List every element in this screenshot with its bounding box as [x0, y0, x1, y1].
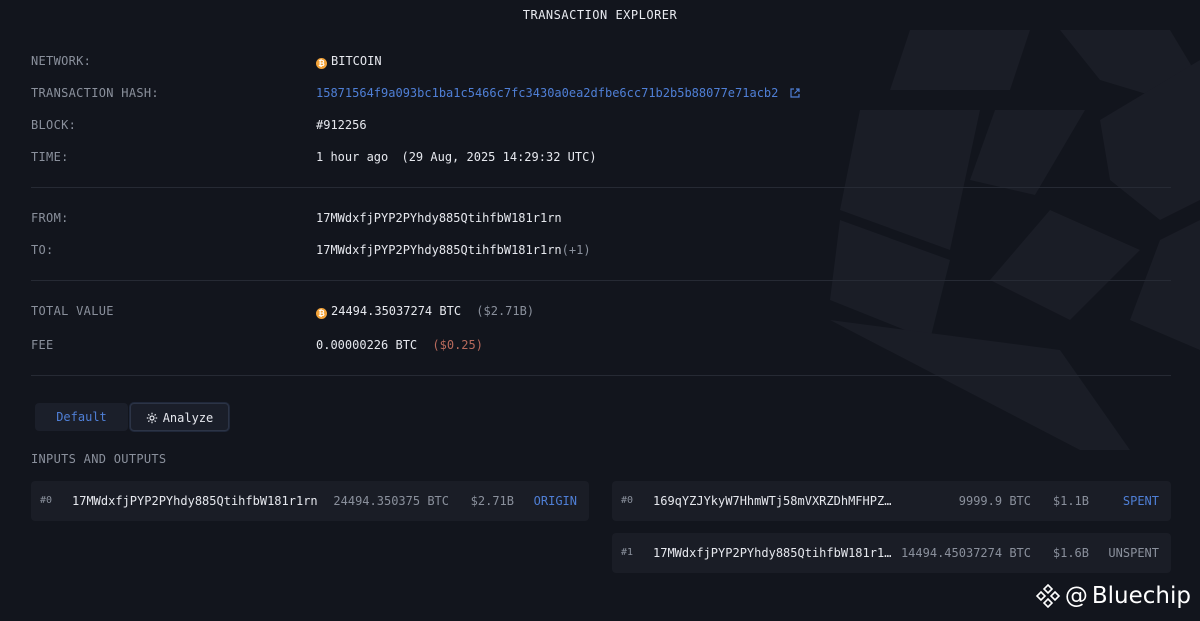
to-value: 17MWdxfjPYP2PYhdy885QtihfbW181r1rn(+1) [316, 242, 591, 258]
total-value-usd: ($2.71B) [476, 304, 535, 318]
divider [31, 375, 1171, 376]
output-row[interactable]: #1 17MWdxfjPYP2PYhdy885QtihfbW181r1… 144… [612, 533, 1171, 573]
from-label: FROM: [31, 211, 69, 225]
time-value: 1 hour ago (29 Aug, 2025 14:29:32 UTC) [316, 149, 597, 165]
transaction-hash-value[interactable]: 15871564f9a093bc1ba1c5466c7fc3430a0ea2df… [316, 86, 778, 100]
output-amount: 9999.9 BTC [958, 494, 1031, 508]
input-address[interactable]: 17MWdxfjPYP2PYhdy885QtihfbW181r1rn [72, 481, 318, 521]
total-value-label: TOTAL VALUE [31, 304, 114, 318]
input-status: ORIGIN [533, 494, 577, 508]
brand-name: Bluechip [1091, 583, 1191, 609]
input-amount: 24494.350375 BTC [333, 494, 449, 508]
block-label: BLOCK: [31, 118, 77, 132]
from-address[interactable]: 17MWdxfjPYP2PYhdy885QtihfbW181r1rn [316, 210, 562, 226]
page-title: TRANSACTION EXPLORER [522, 8, 678, 22]
input-usd: $2.71B [470, 494, 514, 508]
time-label: TIME: [31, 150, 69, 164]
bitcoin-icon: ₿ [316, 308, 327, 319]
background-logo-watermark [830, 30, 1200, 450]
total-value: ₿ 24494.35037274 BTC ($2.71B) [316, 303, 534, 319]
network-value: ₿ BITCOIN [316, 53, 382, 69]
gear-icon [146, 412, 157, 424]
bitcoin-icon: ₿ [316, 58, 327, 69]
fee-btc: 0.00000226 BTC [316, 338, 418, 352]
brand-watermark: @ Bluechip [1035, 583, 1191, 609]
time-relative: 1 hour ago [316, 150, 389, 164]
transaction-hash-link[interactable]: 15871564f9a093bc1ba1c5466c7fc3430a0ea2df… [316, 85, 800, 101]
tab-analyze[interactable]: Analyze [130, 403, 229, 431]
input-row[interactable]: #0 17MWdxfjPYP2PYhdy885QtihfbW181r1rn 24… [31, 481, 589, 521]
to-extra-count[interactable]: (+1) [562, 243, 591, 257]
total-value-btc: 24494.35037274 BTC [331, 304, 462, 318]
output-usd: $1.1B [1052, 494, 1089, 508]
transaction-hash-label: TRANSACTION HASH: [31, 86, 159, 100]
binance-icon [1035, 583, 1061, 609]
tab-analyze-label[interactable]: Analyze [163, 411, 214, 425]
divider [31, 187, 1171, 188]
fee-value: 0.00000226 BTC ($0.25) [316, 337, 483, 353]
output-amount: 14494.45037274 BTC [900, 546, 1031, 560]
output-index: #0 [621, 495, 634, 506]
external-link-icon[interactable] [790, 88, 800, 98]
output-usd: $1.6B [1052, 546, 1089, 560]
to-address[interactable]: 17MWdxfjPYP2PYhdy885QtihfbW181r1rn [316, 243, 562, 257]
output-address[interactable]: 169qYZJYkyW7HhmWTj58mVXRZDhMFHPZ… [653, 481, 891, 521]
tab-default[interactable]: Default [35, 403, 128, 431]
network-label: NETWORK: [31, 54, 92, 68]
block-value: #912256 [316, 118, 367, 132]
input-index: #0 [40, 495, 53, 506]
output-index: #1 [621, 547, 634, 558]
inputs-outputs-heading: INPUTS AND OUTPUTS [31, 452, 167, 466]
brand-at: @ [1064, 583, 1088, 609]
output-status: UNSPENT [1108, 546, 1159, 560]
view-tabs: Default Analyze [31, 401, 231, 433]
fee-usd: ($0.25) [432, 338, 483, 352]
to-label: TO: [31, 243, 54, 257]
time-absolute: (29 Aug, 2025 14:29:32 UTC) [401, 150, 597, 164]
fee-label: FEE [31, 338, 54, 352]
output-row[interactable]: #0 169qYZJYkyW7HhmWTj58mVXRZDhMFHPZ… 999… [612, 481, 1171, 521]
network-name: BITCOIN [331, 54, 382, 68]
output-status: SPENT [1122, 494, 1159, 508]
divider [31, 280, 1171, 281]
output-address[interactable]: 17MWdxfjPYP2PYhdy885QtihfbW181r1… [653, 533, 891, 573]
